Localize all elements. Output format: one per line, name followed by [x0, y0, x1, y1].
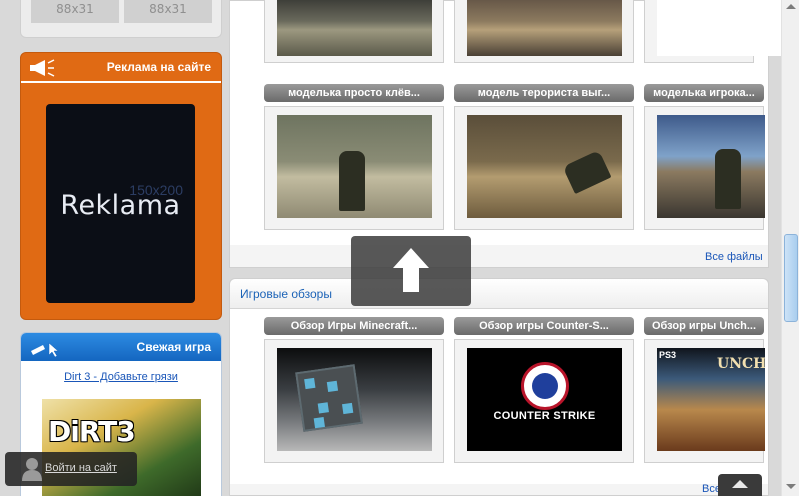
- scroll-to-top-mini-button[interactable]: [718, 474, 762, 496]
- game-logo: DiRT3: [48, 415, 136, 448]
- file-thumbnail: [277, 0, 432, 56]
- file-card-frame: [644, 106, 765, 230]
- uncharted-title: UNCHARTED: [717, 356, 765, 372]
- banner-box: 88x31 88x31: [20, 0, 222, 38]
- file-thumbnail[interactable]: [657, 115, 765, 218]
- reviews-section: Игровые обзоры Обзор Игры Minecraft... О…: [229, 278, 769, 496]
- review-card-frame: PS3 UNCHARTED: [644, 339, 765, 463]
- file-thumbnail[interactable]: [467, 115, 622, 218]
- ad-section: Реклама на сайте 150x200 Reklama: [20, 52, 222, 320]
- files-section: моделька просто клёв... модель терориста…: [229, 0, 799, 268]
- login-link[interactable]: Войти на сайт: [45, 462, 117, 474]
- file-card-label[interactable]: модель терориста выг...: [454, 84, 634, 102]
- arrow-up-icon: [393, 248, 429, 292]
- files-section-body: моделька просто клёв... модель терориста…: [230, 0, 799, 245]
- file-thumbnail[interactable]: [277, 115, 432, 218]
- fresh-game-title: Свежая игра: [136, 340, 211, 354]
- file-card-label[interactable]: моделька просто клёв...: [264, 84, 444, 102]
- counter-strike-logo-text: COUNTER STRIKE: [493, 410, 596, 422]
- file-card-frame: [454, 106, 634, 230]
- left-sidebar: 88x31 88x31 Реклама на сайте 150x200 Rek…: [0, 0, 236, 496]
- banner-88x31-1[interactable]: 88x31: [31, 0, 119, 23]
- cursor-icon: [31, 342, 59, 357]
- user-icon: [22, 458, 42, 481]
- scrollbar-thumb[interactable]: [784, 234, 798, 322]
- scroll-to-top-button[interactable]: [351, 236, 471, 306]
- reviews-section-body: Обзор Игры Minecraft... Обзор игры Count…: [230, 309, 768, 484]
- soldier-figure: [339, 151, 365, 211]
- review-card-frame: [264, 339, 444, 463]
- review-card-label[interactable]: Обзор игры Counter-S...: [454, 317, 634, 335]
- file-thumb-top-1[interactable]: [264, 0, 444, 63]
- file-card-label[interactable]: моделька игрока...: [644, 84, 764, 102]
- game-link[interactable]: Dirt 3 - Добавьте грязи: [21, 371, 221, 383]
- review-card-label[interactable]: Обзор Игры Minecraft...: [264, 317, 444, 335]
- review-thumbnail[interactable]: COUNTER STRIKE: [467, 348, 622, 451]
- file-thumb-top-3[interactable]: [644, 0, 799, 63]
- weapon-figure: [562, 149, 612, 195]
- login-bar[interactable]: Войти на сайт: [5, 452, 137, 486]
- all-files-link[interactable]: Все файлы: [705, 251, 763, 263]
- vertical-scrollbar[interactable]: [781, 0, 799, 496]
- ad-word: Reklama: [60, 190, 181, 221]
- ad-banner[interactable]: 150x200 Reklama: [46, 104, 195, 303]
- reviews-section-title[interactable]: Игровые обзоры: [240, 287, 332, 301]
- review-thumbnail[interactable]: PS3 UNCHARTED: [657, 348, 765, 451]
- ps3-badge: PS3: [659, 350, 677, 360]
- file-thumbnail: [467, 0, 622, 56]
- file-thumb-top-2[interactable]: [454, 0, 634, 63]
- scroll-up-arrow-icon[interactable]: [786, 4, 796, 9]
- scroll-down-arrow-icon[interactable]: [786, 484, 796, 489]
- megaphone-icon: [30, 59, 55, 77]
- ad-section-header: Реклама на сайте: [21, 53, 221, 83]
- review-thumbnail[interactable]: [277, 348, 432, 451]
- minecraft-cube: [295, 364, 363, 432]
- counter-strike-logo-icon: [521, 362, 569, 410]
- review-card-frame: COUNTER STRIKE: [454, 339, 634, 463]
- review-card-label[interactable]: Обзор игры Unch...: [644, 317, 764, 335]
- fresh-game-header: Свежая игра: [21, 333, 221, 363]
- ad-section-title: Реклама на сайте: [106, 60, 211, 74]
- file-card-frame: [264, 106, 444, 230]
- banner-88x31-2[interactable]: 88x31: [124, 0, 212, 23]
- reviews-section-header: Игровые обзоры: [230, 279, 768, 309]
- soldier-figure: [715, 149, 741, 209]
- file-thumbnail: [657, 0, 799, 56]
